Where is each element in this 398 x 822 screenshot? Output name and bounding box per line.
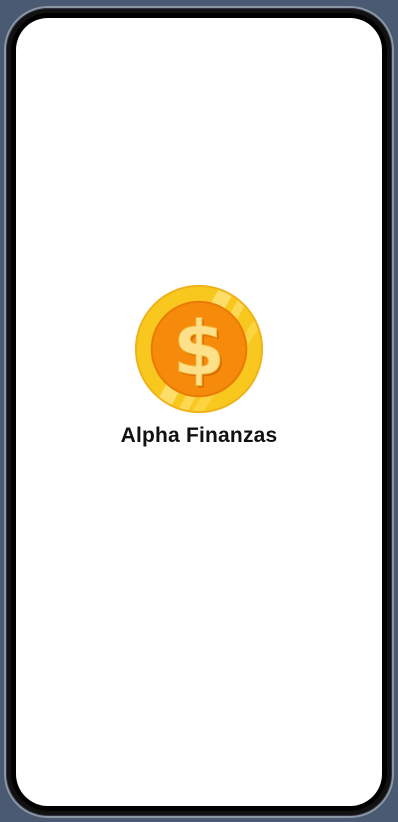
page-background: $ $ Alpha Finanzas [0, 0, 398, 822]
svg-text:$: $ [173, 305, 225, 393]
splash-screen: $ $ Alpha Finanzas [16, 280, 382, 448]
app-title: Alpha Finanzas [120, 424, 278, 447]
phone-frame: $ $ Alpha Finanzas [4, 6, 394, 818]
app-screen: $ $ Alpha Finanzas [16, 18, 382, 806]
coin-dollar-icon: $ $ [134, 284, 264, 414]
